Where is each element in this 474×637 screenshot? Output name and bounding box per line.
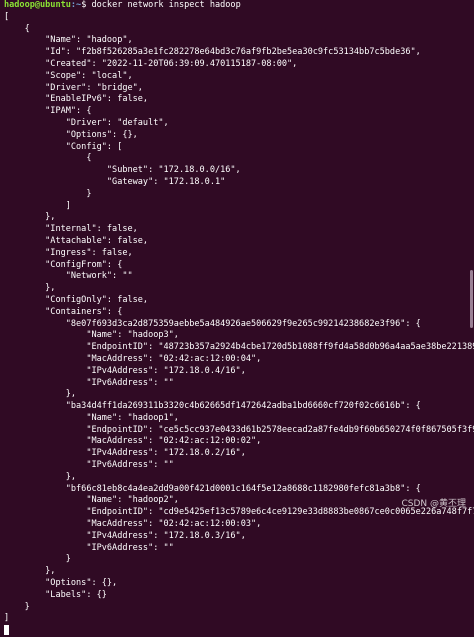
prompt-path: :~: [70, 0, 82, 10]
output-line: "EndpointID": "cd9e5425ef13c5789e6c4ce91…: [4, 507, 474, 518]
output-line: "Network": "": [4, 271, 133, 282]
new-prompt-line[interactable]: [4, 625, 474, 637]
output-line: "IPv6Address": "": [4, 460, 174, 471]
output-line: "Options": {},: [4, 578, 118, 589]
output-line: "IPv6Address": "": [4, 542, 174, 553]
output-line: "IPAM": {: [4, 106, 92, 117]
output-line: "IPv4Address": "172.18.0.4/16",: [4, 365, 246, 376]
output-line: "Attachable": false,: [4, 235, 149, 246]
output-line: "EnableIPv6": false,: [4, 94, 149, 105]
output-line: "Name": "hadoop3",: [4, 330, 179, 341]
output-line: "Driver": "bridge",: [4, 82, 143, 93]
output-line: "IPv6Address": "": [4, 377, 174, 388]
output-line: "ConfigFrom": {: [4, 259, 123, 270]
output-line: "ba34d4ff1da269311b3320c4b62665df1472642…: [4, 401, 421, 412]
command-text: docker network inspect hadoop: [91, 0, 241, 10]
output-line: "ConfigOnly": false,: [4, 294, 149, 305]
output-line: "Internal": false,: [4, 224, 138, 235]
output-line: "Subnet": "172.18.0.0/16",: [4, 165, 241, 176]
output-line: "MacAddress": "02:42:ac:12:00:02",: [4, 436, 262, 447]
output-line: {: [4, 23, 30, 34]
output-line: "EndpointID": "ce5c5cc937e0433d61b2578ee…: [4, 424, 474, 435]
output-line: }: [4, 554, 71, 565]
prompt-user-host: hadoop@ubuntu: [4, 0, 71, 10]
output-line: },: [4, 212, 56, 223]
output-line: "Gateway": "172.18.0.1": [4, 176, 226, 187]
output-line: },: [4, 283, 56, 294]
output-line: "Labels": {}: [4, 589, 107, 600]
output-line: }: [4, 188, 92, 199]
text-cursor: [4, 625, 9, 636]
prompt-line: hadoop@ubuntu:~$ docker network inspect …: [4, 0, 474, 12]
output-line: "EndpointID": "48723b357a2924b4cbe1720d5…: [4, 342, 474, 353]
output-line: "Ingress": false,: [4, 247, 133, 258]
output-line: ]: [4, 613, 10, 624]
output-line: [: [4, 11, 10, 22]
output-line: },: [4, 566, 56, 577]
output-line: ]: [4, 200, 71, 211]
output-line: "MacAddress": "02:42:ac:12:00:04",: [4, 353, 262, 364]
output-line: }: [4, 601, 30, 612]
output-line: "IPv4Address": "172.18.0.2/16",: [4, 448, 246, 459]
terminal-window[interactable]: hadoop@ubuntu:~$ docker network inspect …: [0, 0, 474, 636]
output-line: "Scope": "local",: [4, 70, 133, 81]
output-line: "Options": {},: [4, 129, 138, 140]
output-line: "MacAddress": "02:42:ac:12:00:03",: [4, 519, 262, 530]
output-line: "8e07f693d3ca2d875359aebbe5a484926ae5066…: [4, 318, 421, 329]
output-line: "Config": [: [4, 141, 123, 152]
output-line: "Driver": "default",: [4, 117, 169, 128]
scrollbar-thumb[interactable]: [470, 270, 473, 328]
output-line: "Name": "hadoop",: [4, 35, 133, 46]
output-line: "Created": "2022-11-20T06:39:09.47011518…: [4, 58, 298, 69]
output-line: "Id": "f2b8f526285a3e1fc282278e64bd3c76a…: [4, 47, 421, 58]
output-line: "bf66c81eb8c4a4ea2dd9a00f421d0001c164f5e…: [4, 483, 421, 494]
output-line: "IPv4Address": "172.18.0.3/16",: [4, 530, 246, 541]
output-line: {: [4, 153, 92, 164]
output-line: "Containers": {: [4, 306, 123, 317]
output-line: },: [4, 471, 77, 482]
prompt-symbol: $: [81, 0, 92, 10]
output-line: },: [4, 389, 77, 400]
output-line: "Name": "hadoop1",: [4, 412, 179, 423]
command-output: [ { "Name": "hadoop", "Id": "f2b8f526285…: [4, 12, 474, 625]
scrollbar[interactable]: [469, 12, 474, 502]
watermark: CSDN @黄丕理: [401, 499, 466, 509]
